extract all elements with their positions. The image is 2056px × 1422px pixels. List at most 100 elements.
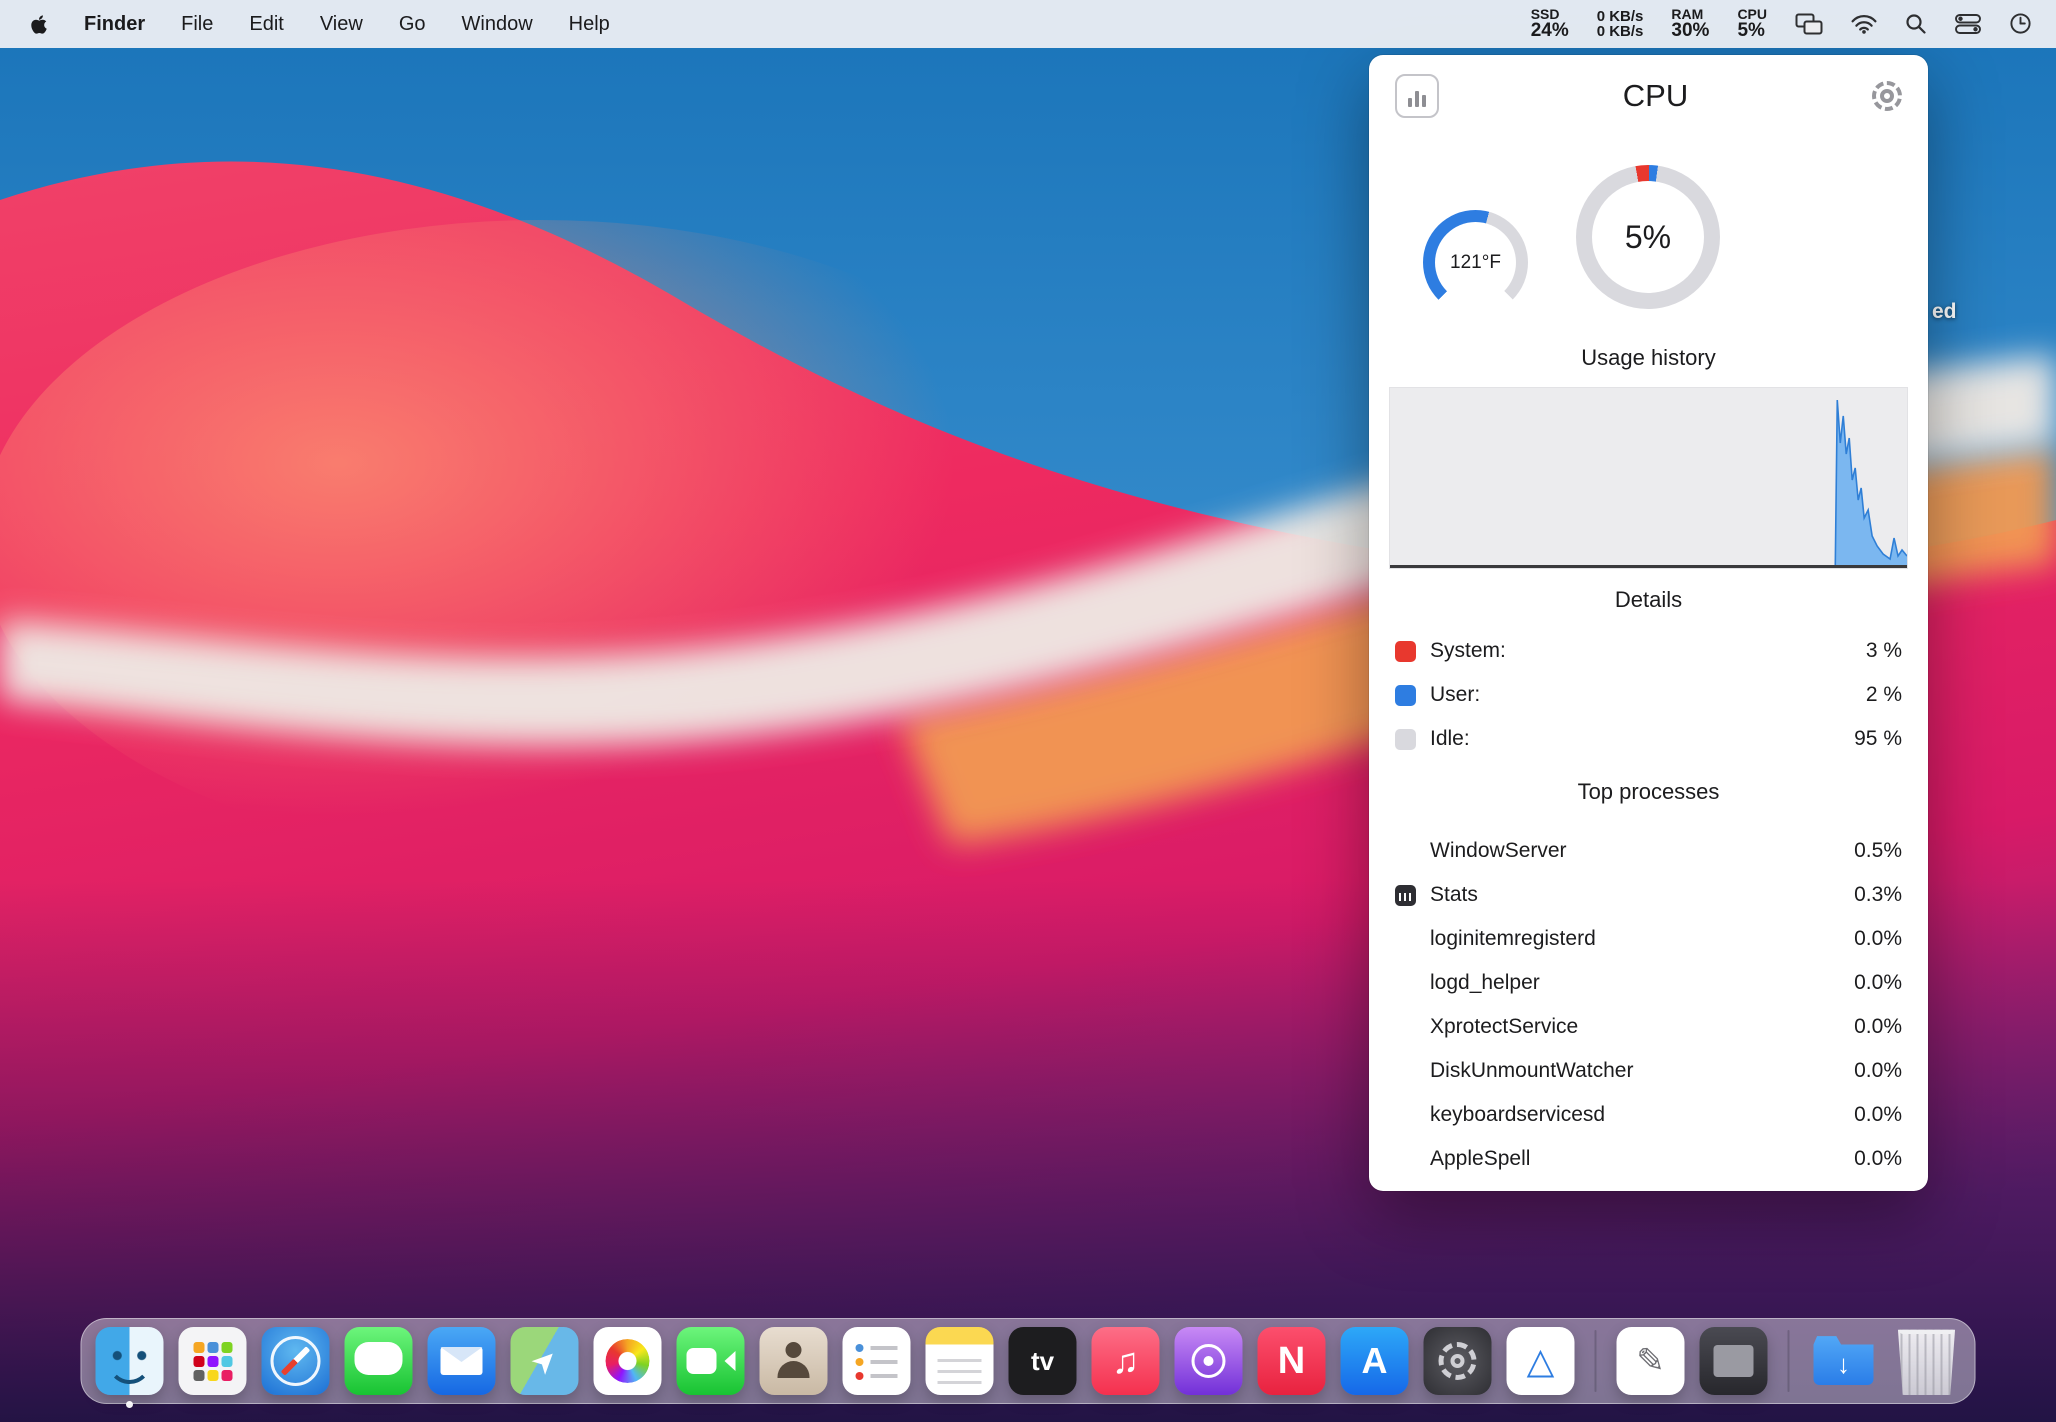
menu-bar: Finder File Edit View Go Window Help SSD… — [0, 0, 2056, 48]
ram-widget[interactable]: RAM 30% — [1671, 7, 1709, 41]
dock-maps-icon[interactable] — [511, 1327, 579, 1395]
wifi-icon[interactable] — [1851, 14, 1877, 34]
system-color-swatch — [1395, 641, 1416, 662]
ssd-label: SSD — [1531, 7, 1569, 21]
process-row: DiskUnmountWatcher 0.0% — [1395, 1049, 1902, 1093]
cpu-label: CPU — [1737, 7, 1767, 21]
detail-value: 95 % — [1854, 727, 1902, 751]
temperature-gauge: 121°F — [1423, 210, 1528, 315]
dock-facetime-icon[interactable] — [677, 1327, 745, 1395]
dock-photos-icon[interactable] — [594, 1327, 662, 1395]
idle-color-swatch — [1395, 729, 1416, 750]
menu-file[interactable]: File — [181, 13, 213, 36]
process-name: loginitemregisterd — [1430, 927, 1596, 951]
usage-history-heading: Usage history — [1369, 343, 1928, 373]
process-row: logd_helper 0.0% — [1395, 961, 1902, 1005]
process-name: keyboardservicesd — [1430, 1103, 1605, 1127]
dock-system-preferences-icon[interactable] — [1424, 1327, 1492, 1395]
ssd-widget[interactable]: SSD 24% — [1531, 7, 1569, 41]
cpu-stats-panel: CPU 121°F 5% Usage history Details Syste… — [1369, 55, 1928, 1191]
details-heading: Details — [1369, 585, 1928, 615]
dock-trash-icon[interactable] — [1893, 1327, 1961, 1395]
detail-label: Idle: — [1430, 727, 1470, 751]
dock-separator — [1595, 1330, 1597, 1392]
process-value: 0.3% — [1854, 883, 1902, 907]
network-up: 0 KB/s — [1597, 9, 1644, 24]
dock-contacts-icon[interactable] — [760, 1327, 828, 1395]
top-processes-heading: Top processes — [1369, 777, 1928, 807]
process-name: Stats — [1430, 883, 1478, 907]
dock-messages-icon[interactable] — [345, 1327, 413, 1395]
menu-view[interactable]: View — [320, 13, 363, 36]
gauges-row: 121°F 5% — [1369, 119, 1928, 329]
dock-app-store-icon[interactable] — [1341, 1327, 1409, 1395]
apple-menu[interactable] — [30, 14, 48, 35]
process-list: WindowServer 0.5% Stats 0.3% loginitemre… — [1369, 829, 1928, 1181]
dock-finder-icon[interactable] — [96, 1327, 164, 1395]
dock-notes-icon[interactable] — [926, 1327, 994, 1395]
clock-icon[interactable] — [2009, 12, 2032, 35]
dock-launchpad-icon[interactable] — [179, 1327, 247, 1395]
menu-help[interactable]: Help — [569, 13, 610, 36]
dock-tv-icon[interactable] — [1009, 1327, 1077, 1395]
dock-safari-icon[interactable] — [262, 1327, 330, 1395]
process-name: AppleSpell — [1430, 1147, 1530, 1171]
bar-chart-icon — [1408, 98, 1412, 107]
detail-label: System: — [1430, 639, 1506, 663]
spotlight-icon[interactable] — [1905, 13, 1927, 35]
dock-podcasts-icon[interactable] — [1175, 1327, 1243, 1395]
dock-stats-icon[interactable] — [1507, 1327, 1575, 1395]
bar-chart-button[interactable] — [1395, 74, 1439, 118]
menu-go[interactable]: Go — [399, 13, 426, 36]
cpu-widget[interactable]: CPU 5% — [1737, 7, 1767, 41]
detail-value: 2 % — [1866, 683, 1902, 707]
dock-music-icon[interactable] — [1092, 1327, 1160, 1395]
ram-value: 30% — [1671, 21, 1709, 40]
process-row: WindowServer 0.5% — [1395, 829, 1902, 873]
detail-row-system: System: 3 % — [1395, 629, 1902, 673]
dock-reminders-icon[interactable] — [843, 1327, 911, 1395]
network-down: 0 KB/s — [1597, 24, 1644, 39]
panel-title: CPU — [1439, 78, 1872, 114]
process-name: logd_helper — [1430, 971, 1540, 995]
menu-window[interactable]: Window — [462, 13, 533, 36]
process-name: WindowServer — [1430, 839, 1567, 863]
process-row: XprotectService 0.0% — [1395, 1005, 1902, 1049]
dock-news-icon[interactable] — [1258, 1327, 1326, 1395]
desktop-icon-label-partial: ed — [1932, 300, 1957, 324]
process-value: 0.0% — [1854, 1147, 1902, 1171]
apple-logo-icon — [30, 14, 48, 35]
dock-textedit-icon[interactable] — [1617, 1327, 1685, 1395]
stats-app-icon — [1395, 885, 1416, 906]
process-value: 0.0% — [1854, 1015, 1902, 1039]
process-value: 0.0% — [1854, 1103, 1902, 1127]
control-center-icon[interactable] — [1955, 13, 1981, 35]
dock-recent-app-icon[interactable] — [1700, 1327, 1768, 1395]
screen-mirroring-icon[interactable] — [1795, 13, 1823, 35]
process-value: 0.5% — [1854, 839, 1902, 863]
cpu-usage-value: 5% — [1592, 181, 1704, 293]
menu-edit[interactable]: Edit — [249, 13, 283, 36]
running-indicator — [126, 1401, 133, 1408]
process-name: DiskUnmountWatcher — [1430, 1059, 1633, 1083]
process-row: keyboardservicesd 0.0% — [1395, 1093, 1902, 1137]
process-row: loginitemregisterd 0.0% — [1395, 917, 1902, 961]
temperature-value: 121°F — [1435, 222, 1516, 303]
cpu-usage-gauge: 5% — [1576, 165, 1720, 309]
process-value: 0.0% — [1854, 1059, 1902, 1083]
process-value: 0.0% — [1854, 927, 1902, 951]
process-row: AppleSpell 0.0% — [1395, 1137, 1902, 1181]
network-widget[interactable]: 0 KB/s 0 KB/s — [1597, 9, 1644, 40]
dock-mail-icon[interactable] — [428, 1327, 496, 1395]
detail-value: 3 % — [1866, 639, 1902, 663]
ram-label: RAM — [1671, 7, 1709, 21]
detail-label: User: — [1430, 683, 1480, 707]
cpu-value: 5% — [1737, 21, 1767, 40]
detail-row-user: User: 2 % — [1395, 673, 1902, 717]
detail-row-idle: Idle: 95 % — [1395, 717, 1902, 761]
dock-downloads-icon[interactable] — [1810, 1327, 1878, 1395]
ssd-value: 24% — [1531, 21, 1569, 40]
gear-icon[interactable] — [1872, 81, 1902, 111]
menu-finder[interactable]: Finder — [84, 13, 145, 36]
panel-header: CPU — [1369, 55, 1928, 119]
